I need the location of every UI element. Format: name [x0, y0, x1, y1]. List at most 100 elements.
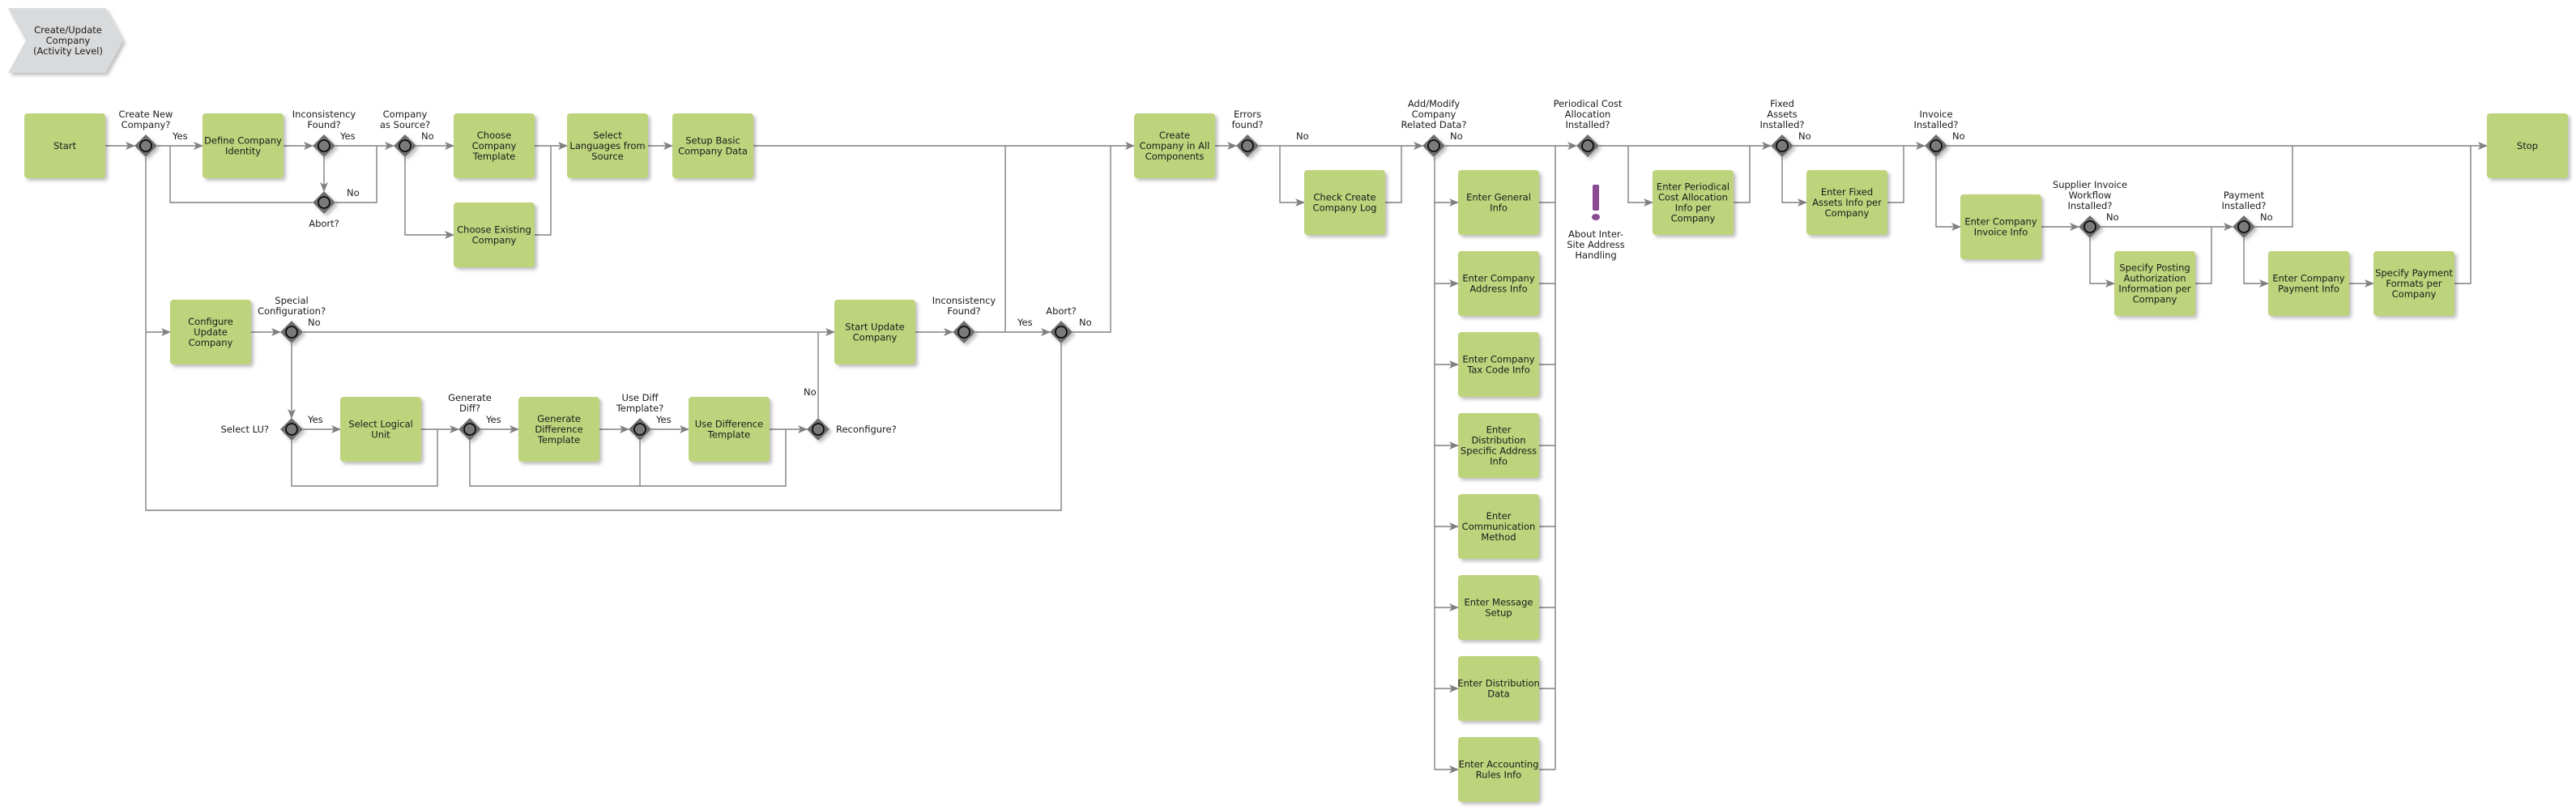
task-address-info[interactable]: Enter Company Address Info: [1458, 251, 1539, 316]
edge-label-payment-no: No: [2260, 211, 2273, 223]
task-configure-update[interactable]: Configure Update Company: [170, 300, 251, 364]
gateway-circle-icon: [812, 423, 825, 436]
gateway-circle-icon: [463, 423, 476, 436]
gateway-circle-icon: [1581, 139, 1594, 152]
gateway-reconfigure[interactable]: Reconfigure?: [807, 418, 897, 441]
connector-51: [2243, 238, 2269, 288]
gateway-label: Abort?: [309, 218, 339, 229]
task-label: Configure Update Company: [188, 316, 233, 348]
task-payment-formats[interactable]: Specify Payment Formats per Company: [2373, 251, 2454, 316]
task-posting-auth[interactable]: Specify Posting Authorization Information …: [2114, 251, 2195, 316]
task-general-info[interactable]: Enter General Info: [1458, 170, 1539, 235]
task-generate-diff[interactable]: Generate Difference Template: [518, 397, 599, 462]
task-label: Enter Company Address Info: [1462, 273, 1534, 295]
task-select-languages[interactable]: Select Languages from Source: [567, 113, 648, 178]
gateway-label: Invoice Installed?: [1913, 109, 1958, 130]
gateway-label: Use Diff Template?: [616, 392, 664, 414]
gateway-circle-icon: [1427, 139, 1440, 152]
task-message-setup[interactable]: Enter Message Setup: [1458, 575, 1539, 640]
task-comm-method[interactable]: Enter Communication Method: [1458, 494, 1539, 559]
gateway-abort1[interactable]: Abort?: [309, 191, 339, 229]
gateway-circle-icon: [2237, 220, 2250, 233]
connector-8: [404, 157, 454, 239]
connector-39: [1627, 146, 1653, 207]
edge-label-abort2-yes: Yes: [1017, 317, 1033, 328]
edge-label-source-no: No: [421, 130, 434, 142]
gateway-circle-icon: [1241, 139, 1254, 152]
task-dist-address[interactable]: Enter Distribution Specific Address Info: [1458, 413, 1539, 478]
task-define-identity[interactable]: Define Company Identity: [203, 113, 284, 178]
gateway-create-new[interactable]: Create New Company?: [119, 109, 173, 157]
connector-43: [1887, 146, 1904, 203]
task-tax-code[interactable]: Enter Company Tax Code Info: [1458, 332, 1539, 397]
gateway-circle-icon: [285, 326, 298, 339]
gateway-inconsistency2[interactable]: Inconsistency Found?: [932, 295, 996, 343]
gateway-abort2[interactable]: Abort?: [1046, 305, 1077, 343]
task-invoice-info[interactable]: Enter Company Invoice Info: [1960, 194, 2041, 259]
gateway-circle-icon: [1930, 139, 1943, 152]
edge-label-reconf-no: No: [804, 386, 817, 398]
gateway-generate-diff[interactable]: Generate Diff?: [448, 392, 492, 441]
task-stop[interactable]: Stop: [2487, 113, 2568, 178]
connector-40: [1734, 146, 1751, 203]
task-create-all[interactable]: Create Company in All Components: [1134, 113, 1215, 178]
task-check-log[interactable]: Check Create Company Log: [1304, 170, 1385, 235]
task-label: Enter Company Payment Info: [2272, 273, 2344, 295]
task-choose-existing[interactable]: Choose Existing Company: [454, 202, 535, 267]
task-accounting-rules[interactable]: Enter Accounting Rules Info: [1458, 737, 1539, 802]
gateway-add-modify[interactable]: Add/Modify Company Related Data?: [1401, 98, 1467, 157]
connector-35: [1385, 146, 1402, 203]
task-label: Start: [53, 140, 77, 151]
process-diagram: Create/Update Company (Activity Level) Yes…: [8, 8, 2568, 802]
task-payment-info[interactable]: Enter Company Payment Info: [2268, 251, 2349, 316]
task-choose-template[interactable]: Choose Company Template: [454, 113, 535, 178]
task-label: Generate Difference Template: [535, 413, 582, 446]
task-start-update[interactable]: Start Update Company: [834, 300, 915, 364]
gateway-fixed-assets[interactable]: Fixed Assets Installed?: [1759, 98, 1805, 157]
task-fixed-assets[interactable]: Enter Fixed Assets Info per Company: [1806, 170, 1887, 235]
gateway-circle-icon: [957, 326, 970, 339]
task-label: Choose Company Template: [472, 130, 517, 162]
connector-34: [1279, 146, 1305, 207]
edge-label-gendiff-yes: Yes: [485, 414, 501, 425]
gateway-circle-icon: [318, 139, 331, 152]
edge-label-abort1-no: No: [347, 187, 360, 198]
edge-label-incons1-yes: Yes: [339, 130, 356, 142]
edge-label-fixed-no: No: [1798, 130, 1811, 142]
edge-label-addmod-no: No: [1450, 130, 1463, 142]
exclamation-dot-icon: [1592, 214, 1600, 220]
gateway-circle-icon: [1776, 139, 1789, 152]
task-use-diff[interactable]: Use Difference Template: [689, 397, 770, 462]
gateway-label: Abort?: [1046, 305, 1077, 317]
gateway-circle-icon: [399, 139, 412, 152]
gateway-label: Payment Installed?: [2221, 190, 2266, 211]
edge-label-create-yes: Yes: [172, 130, 188, 142]
gateway-circle-icon: [139, 139, 152, 152]
gateway-label: Add/Modify Company Related Data?: [1401, 98, 1467, 130]
nodes: Start Define Company Identity Choose Company…: [24, 98, 2568, 802]
task-periodical[interactable]: Enter Periodical Cost Allocation Info per C…: [1653, 170, 1734, 235]
gateway-circle-icon: [2083, 220, 2096, 233]
connector-10: [535, 146, 552, 236]
gateway-label: Special Configuration?: [258, 295, 326, 317]
diagram-title: Create/Update Company (Activity Level): [8, 8, 123, 73]
gateway-select-lu[interactable]: Select LU?: [221, 418, 304, 441]
gateway-periodical[interactable]: Periodical Cost Allocation Installed?: [1554, 98, 1623, 157]
edge-label-usediff-yes: Yes: [655, 414, 672, 425]
note-inter-site-address[interactable]: About Inter-Site Address Handling: [1567, 185, 1625, 261]
task-start[interactable]: Start: [24, 113, 105, 178]
exclamation-icon: [1593, 185, 1599, 211]
gateway-supplier-wf[interactable]: Supplier Invoice Workflow Installed?: [2053, 179, 2127, 238]
connector-48: [2089, 238, 2115, 288]
task-dist-data[interactable]: Enter Distribution Data: [1457, 656, 1540, 721]
gateway-label: Supplier Invoice Workflow Installed?: [2053, 179, 2127, 211]
gateway-label: Errors found?: [1231, 109, 1263, 130]
edge-label-supplier-no: No: [2106, 211, 2119, 223]
task-setup-basic[interactable]: Setup Basic Company Data: [672, 113, 753, 178]
gateway-label: Inconsistency Found?: [292, 109, 356, 130]
gateway-circle-icon: [285, 423, 298, 436]
gateway-errors[interactable]: Errors found?: [1231, 109, 1264, 157]
gateway-label: Create New Company?: [119, 109, 173, 130]
gateway-label: Periodical Cost Allocation Installed?: [1554, 98, 1623, 130]
task-select-lu[interactable]: Select Logical Unit: [340, 397, 421, 462]
